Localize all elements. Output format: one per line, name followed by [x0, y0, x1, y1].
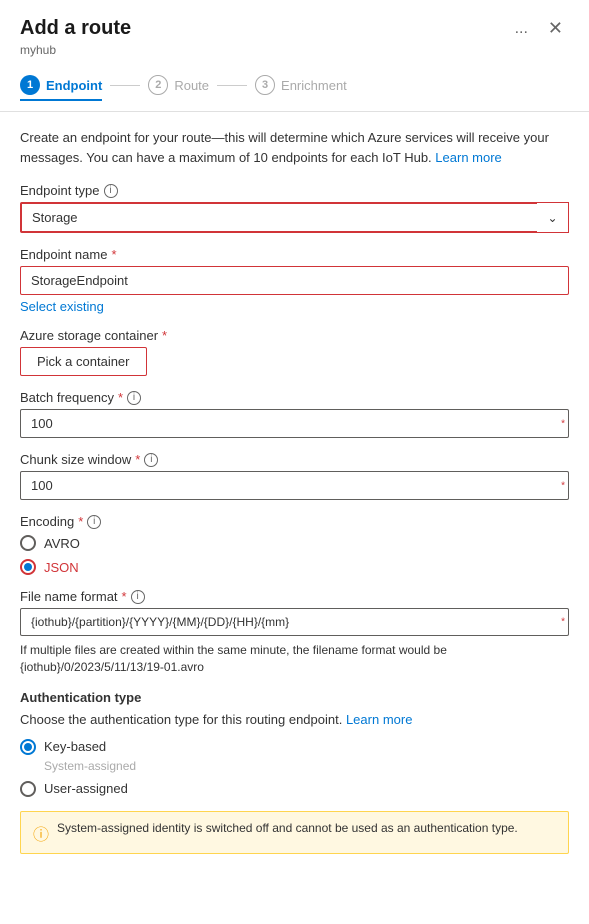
- keybased-radio-circle: [20, 739, 36, 755]
- avro-radio-label: AVRO: [44, 536, 80, 551]
- auth-radio-group: Key-based System-assigned User-assigned: [20, 739, 569, 797]
- file-name-format-group: File name format * i * If multiple files…: [20, 589, 569, 676]
- chunk-size-window-info-icon[interactable]: i: [144, 453, 158, 467]
- batch-frequency-info-icon[interactable]: i: [127, 391, 141, 405]
- step-divider-1: [110, 85, 140, 86]
- batch-frequency-input[interactable]: [20, 409, 569, 438]
- userassigned-radio-label: User-assigned: [44, 781, 128, 796]
- endpoint-name-required: *: [111, 247, 116, 262]
- chunk-size-window-group: Chunk size window * i *: [20, 452, 569, 500]
- select-existing-link[interactable]: Select existing: [20, 299, 104, 314]
- auth-key-based-option[interactable]: Key-based: [20, 739, 569, 755]
- authentication-type-desc: Choose the authentication type for this …: [20, 711, 569, 729]
- encoding-radio-group: AVRO JSON: [20, 535, 569, 575]
- endpoint-name-label: Endpoint name *: [20, 247, 569, 262]
- chevron-down-icon: ⌄: [547, 211, 557, 225]
- endpoint-type-info-icon[interactable]: i: [104, 184, 118, 198]
- endpoint-type-group: Endpoint type i Storage Event Hubs Servi…: [20, 183, 569, 233]
- step-2-label: Route: [174, 78, 209, 93]
- authentication-type-title: Authentication type: [20, 690, 569, 705]
- batch-frequency-required-indicator: *: [561, 418, 565, 429]
- json-radio-circle: [20, 559, 36, 575]
- learn-more-link-description[interactable]: Learn more: [435, 150, 501, 165]
- userassigned-radio-circle: [20, 781, 36, 797]
- step-enrichment[interactable]: 3 Enrichment: [255, 69, 347, 101]
- batch-frequency-wrapper: *: [20, 409, 569, 438]
- azure-storage-container-required: *: [162, 328, 167, 343]
- stepper-nav: 1 Endpoint 2 Route 3 Enrichment: [20, 69, 569, 101]
- ellipsis-button[interactable]: ...: [509, 18, 534, 40]
- batch-frequency-label: Batch frequency * i: [20, 390, 569, 405]
- pick-container-button[interactable]: Pick a container: [20, 347, 147, 376]
- step-1-circle: 1: [20, 75, 40, 95]
- file-name-format-required-indicator: *: [561, 617, 565, 628]
- encoding-json-option[interactable]: JSON: [20, 559, 569, 575]
- description-text: Create an endpoint for your route—this w…: [20, 128, 569, 167]
- panel-title-actions: ... ✕: [509, 16, 569, 41]
- avro-radio-circle: [20, 535, 36, 551]
- chunk-size-window-required-indicator: *: [561, 480, 565, 491]
- panel-title: Add a route: [20, 17, 131, 40]
- endpoint-type-chevron[interactable]: ⌄: [537, 202, 569, 233]
- step-divider-2: [217, 85, 247, 86]
- authentication-type-group: Authentication type Choose the authentic…: [20, 690, 569, 797]
- encoding-label: Encoding * i: [20, 514, 569, 529]
- step-endpoint[interactable]: 1 Endpoint: [20, 69, 102, 101]
- filename-hint-example: {iothub}/0/2023/5/11/13/19-01.avro: [20, 660, 204, 674]
- endpoint-name-input[interactable]: [20, 266, 569, 295]
- endpoint-type-label: Endpoint type i: [20, 183, 569, 198]
- step-2-circle: 2: [148, 75, 168, 95]
- batch-frequency-group: Batch frequency * i *: [20, 390, 569, 438]
- panel-body: Create an endpoint for your route—this w…: [0, 112, 589, 870]
- auth-sub-label: System-assigned: [44, 759, 569, 773]
- endpoint-type-select-wrapper: Storage Event Hubs Service Bus Queue Ser…: [20, 202, 569, 233]
- chunk-size-window-wrapper: *: [20, 471, 569, 500]
- filename-hint: If multiple files are created within the…: [20, 642, 569, 676]
- learn-more-link-auth[interactable]: Learn more: [346, 712, 412, 727]
- step-1-label: Endpoint: [46, 78, 102, 93]
- auth-user-assigned-option[interactable]: User-assigned: [20, 781, 569, 797]
- encoding-info-icon[interactable]: i: [87, 515, 101, 529]
- keybased-radio-label: Key-based: [44, 739, 106, 754]
- panel-subtitle: myhub: [20, 43, 569, 57]
- encoding-required: *: [78, 514, 83, 529]
- chunk-size-window-input[interactable]: [20, 471, 569, 500]
- chunk-size-window-required: *: [135, 452, 140, 467]
- file-name-format-info-icon[interactable]: i: [131, 590, 145, 604]
- file-name-format-input[interactable]: [20, 608, 569, 636]
- file-name-format-required: *: [122, 589, 127, 604]
- json-radio-label: JSON: [44, 560, 79, 575]
- warning-text: System-assigned identity is switched off…: [57, 820, 518, 837]
- endpoint-type-select[interactable]: Storage Event Hubs Service Bus Queue Ser…: [20, 202, 569, 233]
- panel: Add a route ... ✕ myhub 1 Endpoint 2 Rou…: [0, 0, 589, 924]
- step-3-circle: 3: [255, 75, 275, 95]
- encoding-avro-option[interactable]: AVRO: [20, 535, 569, 551]
- chunk-size-window-label: Chunk size window * i: [20, 452, 569, 467]
- file-name-format-label: File name format * i: [20, 589, 569, 604]
- step-3-label: Enrichment: [281, 78, 347, 93]
- azure-storage-container-group: Azure storage container * Pick a contain…: [20, 328, 569, 376]
- panel-header: Add a route ... ✕ myhub 1 Endpoint 2 Rou…: [0, 0, 589, 112]
- file-name-format-wrapper: *: [20, 608, 569, 636]
- encoding-group: Encoding * i AVRO JSON: [20, 514, 569, 575]
- close-button[interactable]: ✕: [542, 16, 569, 41]
- warning-banner: ⓘ System-assigned identity is switched o…: [20, 811, 569, 854]
- azure-storage-container-label: Azure storage container *: [20, 328, 569, 343]
- endpoint-name-group: Endpoint name * Select existing: [20, 247, 569, 314]
- step-route[interactable]: 2 Route: [148, 69, 209, 101]
- batch-frequency-required: *: [118, 390, 123, 405]
- warning-icon: ⓘ: [33, 821, 49, 845]
